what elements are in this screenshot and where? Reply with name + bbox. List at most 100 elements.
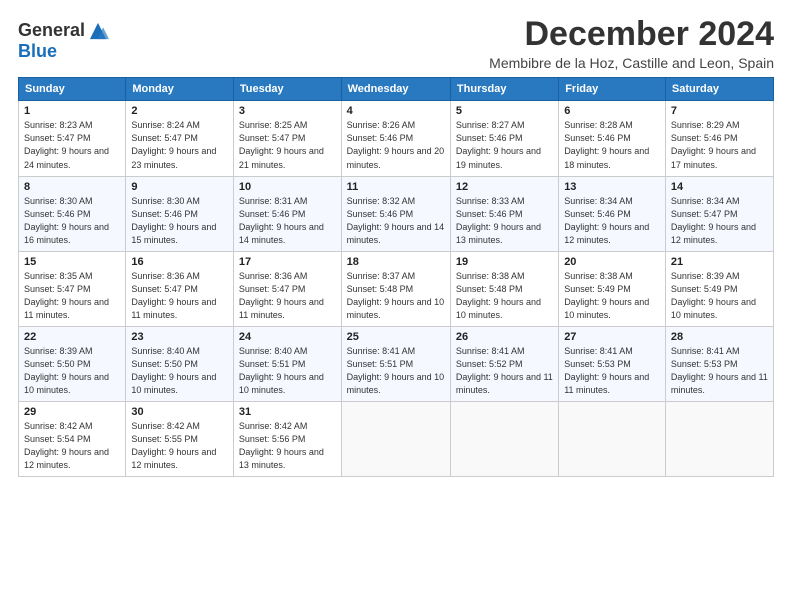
day-info: Sunrise: 8:33 AMSunset: 5:46 PMDaylight:…	[456, 196, 541, 245]
day-number: 9	[131, 181, 228, 193]
table-cell: 6 Sunrise: 8:28 AMSunset: 5:46 PMDayligh…	[559, 101, 666, 176]
col-thursday: Thursday	[450, 78, 558, 101]
title-block: December 2024 Membibre de la Hoz, Castil…	[489, 16, 774, 71]
day-number: 13	[564, 181, 660, 193]
header-row: Sunday Monday Tuesday Wednesday Thursday…	[19, 78, 774, 101]
day-number: 10	[239, 181, 336, 193]
day-number: 14	[671, 181, 768, 193]
day-number: 28	[671, 331, 768, 343]
table-cell: 17 Sunrise: 8:36 AMSunset: 5:47 PMDaylig…	[233, 251, 341, 326]
day-number: 25	[347, 331, 445, 343]
day-info: Sunrise: 8:40 AMSunset: 5:51 PMDaylight:…	[239, 346, 324, 395]
table-cell: 5 Sunrise: 8:27 AMSunset: 5:46 PMDayligh…	[450, 101, 558, 176]
table-cell: 18 Sunrise: 8:37 AMSunset: 5:48 PMDaylig…	[341, 251, 450, 326]
table-cell	[341, 402, 450, 477]
location-title: Membibre de la Hoz, Castille and Leon, S…	[489, 55, 774, 71]
day-info: Sunrise: 8:30 AMSunset: 5:46 PMDaylight:…	[131, 196, 216, 245]
day-number: 3	[239, 105, 336, 117]
day-info: Sunrise: 8:27 AMSunset: 5:46 PMDaylight:…	[456, 120, 541, 169]
table-cell: 14 Sunrise: 8:34 AMSunset: 5:47 PMDaylig…	[665, 176, 773, 251]
day-info: Sunrise: 8:40 AMSunset: 5:50 PMDaylight:…	[131, 346, 216, 395]
day-info: Sunrise: 8:41 AMSunset: 5:52 PMDaylight:…	[456, 346, 553, 395]
day-info: Sunrise: 8:36 AMSunset: 5:47 PMDaylight:…	[239, 271, 324, 320]
table-cell: 12 Sunrise: 8:33 AMSunset: 5:46 PMDaylig…	[450, 176, 558, 251]
col-friday: Friday	[559, 78, 666, 101]
day-number: 4	[347, 105, 445, 117]
table-cell	[559, 402, 666, 477]
day-number: 2	[131, 105, 228, 117]
day-info: Sunrise: 8:38 AMSunset: 5:48 PMDaylight:…	[456, 271, 541, 320]
day-number: 12	[456, 181, 553, 193]
table-cell: 29 Sunrise: 8:42 AMSunset: 5:54 PMDaylig…	[19, 402, 126, 477]
day-info: Sunrise: 8:30 AMSunset: 5:46 PMDaylight:…	[24, 196, 109, 245]
table-cell: 28 Sunrise: 8:41 AMSunset: 5:53 PMDaylig…	[665, 326, 773, 401]
day-number: 20	[564, 256, 660, 268]
day-number: 6	[564, 105, 660, 117]
day-info: Sunrise: 8:24 AMSunset: 5:47 PMDaylight:…	[131, 120, 216, 169]
logo: General Blue	[18, 20, 109, 62]
day-number: 27	[564, 331, 660, 343]
calendar-table: Sunday Monday Tuesday Wednesday Thursday…	[18, 77, 774, 477]
day-number: 29	[24, 406, 120, 418]
table-cell: 20 Sunrise: 8:38 AMSunset: 5:49 PMDaylig…	[559, 251, 666, 326]
day-info: Sunrise: 8:41 AMSunset: 5:53 PMDaylight:…	[671, 346, 768, 395]
day-number: 26	[456, 331, 553, 343]
logo-text-blue: Blue	[18, 42, 109, 62]
day-info: Sunrise: 8:25 AMSunset: 5:47 PMDaylight:…	[239, 120, 324, 169]
col-monday: Monday	[126, 78, 234, 101]
col-sunday: Sunday	[19, 78, 126, 101]
month-title: December 2024	[489, 16, 774, 53]
day-info: Sunrise: 8:41 AMSunset: 5:53 PMDaylight:…	[564, 346, 649, 395]
week-row-3: 15 Sunrise: 8:35 AMSunset: 5:47 PMDaylig…	[19, 251, 774, 326]
col-saturday: Saturday	[665, 78, 773, 101]
table-cell: 7 Sunrise: 8:29 AMSunset: 5:46 PMDayligh…	[665, 101, 773, 176]
day-info: Sunrise: 8:28 AMSunset: 5:46 PMDaylight:…	[564, 120, 649, 169]
week-row-1: 1 Sunrise: 8:23 AMSunset: 5:47 PMDayligh…	[19, 101, 774, 176]
day-info: Sunrise: 8:42 AMSunset: 5:54 PMDaylight:…	[24, 421, 109, 470]
table-cell: 4 Sunrise: 8:26 AMSunset: 5:46 PMDayligh…	[341, 101, 450, 176]
table-cell: 22 Sunrise: 8:39 AMSunset: 5:50 PMDaylig…	[19, 326, 126, 401]
day-info: Sunrise: 8:39 AMSunset: 5:49 PMDaylight:…	[671, 271, 756, 320]
table-cell: 2 Sunrise: 8:24 AMSunset: 5:47 PMDayligh…	[126, 101, 234, 176]
day-info: Sunrise: 8:37 AMSunset: 5:48 PMDaylight:…	[347, 271, 445, 320]
week-row-2: 8 Sunrise: 8:30 AMSunset: 5:46 PMDayligh…	[19, 176, 774, 251]
day-number: 15	[24, 256, 120, 268]
day-number: 17	[239, 256, 336, 268]
day-info: Sunrise: 8:38 AMSunset: 5:49 PMDaylight:…	[564, 271, 649, 320]
table-cell: 8 Sunrise: 8:30 AMSunset: 5:46 PMDayligh…	[19, 176, 126, 251]
day-number: 11	[347, 181, 445, 193]
day-number: 22	[24, 331, 120, 343]
day-number: 23	[131, 331, 228, 343]
table-cell: 11 Sunrise: 8:32 AMSunset: 5:46 PMDaylig…	[341, 176, 450, 251]
table-cell: 13 Sunrise: 8:34 AMSunset: 5:46 PMDaylig…	[559, 176, 666, 251]
table-cell: 1 Sunrise: 8:23 AMSunset: 5:47 PMDayligh…	[19, 101, 126, 176]
day-number: 5	[456, 105, 553, 117]
page: General Blue December 2024 Membibre de l…	[0, 0, 792, 487]
day-number: 31	[239, 406, 336, 418]
table-cell: 27 Sunrise: 8:41 AMSunset: 5:53 PMDaylig…	[559, 326, 666, 401]
day-info: Sunrise: 8:26 AMSunset: 5:46 PMDaylight:…	[347, 120, 445, 169]
day-number: 16	[131, 256, 228, 268]
week-row-5: 29 Sunrise: 8:42 AMSunset: 5:54 PMDaylig…	[19, 402, 774, 477]
day-info: Sunrise: 8:35 AMSunset: 5:47 PMDaylight:…	[24, 271, 109, 320]
day-info: Sunrise: 8:41 AMSunset: 5:51 PMDaylight:…	[347, 346, 445, 395]
day-number: 1	[24, 105, 120, 117]
col-tuesday: Tuesday	[233, 78, 341, 101]
day-number: 19	[456, 256, 553, 268]
table-cell	[450, 402, 558, 477]
table-cell: 19 Sunrise: 8:38 AMSunset: 5:48 PMDaylig…	[450, 251, 558, 326]
table-cell: 25 Sunrise: 8:41 AMSunset: 5:51 PMDaylig…	[341, 326, 450, 401]
table-cell: 26 Sunrise: 8:41 AMSunset: 5:52 PMDaylig…	[450, 326, 558, 401]
table-cell: 24 Sunrise: 8:40 AMSunset: 5:51 PMDaylig…	[233, 326, 341, 401]
day-info: Sunrise: 8:36 AMSunset: 5:47 PMDaylight:…	[131, 271, 216, 320]
day-number: 24	[239, 331, 336, 343]
col-wednesday: Wednesday	[341, 78, 450, 101]
table-cell: 9 Sunrise: 8:30 AMSunset: 5:46 PMDayligh…	[126, 176, 234, 251]
table-cell: 21 Sunrise: 8:39 AMSunset: 5:49 PMDaylig…	[665, 251, 773, 326]
table-cell	[665, 402, 773, 477]
day-info: Sunrise: 8:34 AMSunset: 5:46 PMDaylight:…	[564, 196, 649, 245]
day-number: 18	[347, 256, 445, 268]
week-row-4: 22 Sunrise: 8:39 AMSunset: 5:50 PMDaylig…	[19, 326, 774, 401]
day-info: Sunrise: 8:32 AMSunset: 5:46 PMDaylight:…	[347, 196, 445, 245]
day-info: Sunrise: 8:29 AMSunset: 5:46 PMDaylight:…	[671, 120, 756, 169]
